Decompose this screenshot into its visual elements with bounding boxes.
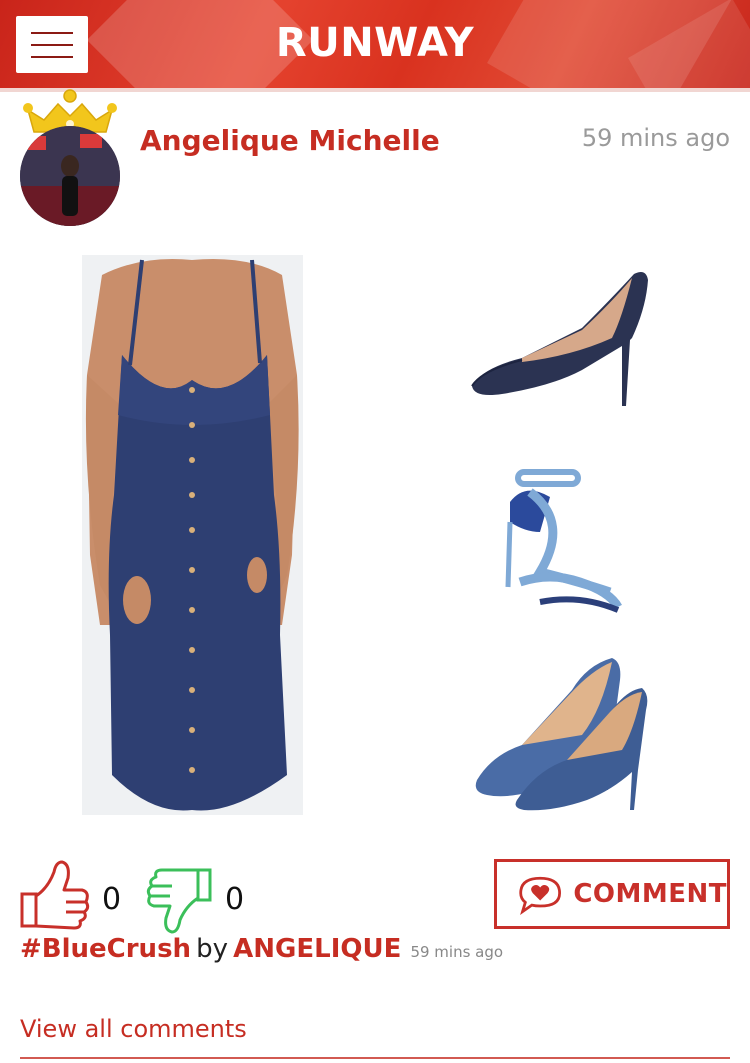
caption-by: by bbox=[196, 934, 229, 964]
like-count: 0 bbox=[102, 882, 122, 917]
hashtag-link[interactable]: #BlueCrush bbox=[20, 934, 191, 964]
thumbs-up-icon[interactable] bbox=[18, 858, 92, 930]
avatar[interactable] bbox=[20, 126, 120, 226]
post-caption: #BlueCrush by ANGELIQUE 59 mins ago bbox=[20, 934, 503, 964]
comment-button[interactable]: COMMENT bbox=[494, 859, 730, 929]
dislike-count: 0 bbox=[225, 882, 245, 917]
caption-author-link[interactable]: ANGELIQUE bbox=[233, 934, 401, 964]
outfit-shoe-navy-pump[interactable] bbox=[462, 258, 652, 408]
avatar-photo bbox=[20, 126, 120, 226]
post-timestamp: 59 mins ago bbox=[581, 124, 730, 152]
caption-timestamp: 59 mins ago bbox=[410, 943, 504, 961]
comments-divider bbox=[20, 1057, 730, 1059]
app-title: RUNWAY bbox=[275, 20, 475, 66]
app-header: RUNWAY bbox=[0, 0, 750, 88]
author-avatar-block[interactable] bbox=[18, 86, 122, 226]
thumbs-down-icon[interactable] bbox=[144, 866, 214, 936]
comment-button-label: COMMENT bbox=[573, 879, 727, 909]
comment-heart-icon bbox=[519, 876, 561, 915]
outfit-shoe-strappy-sandal[interactable] bbox=[480, 462, 635, 622]
view-all-comments-link[interactable]: View all comments bbox=[20, 1015, 247, 1043]
outfit-shoe-denim-pump[interactable] bbox=[462, 650, 652, 815]
author-name[interactable]: Angelique Michelle bbox=[140, 124, 440, 157]
outfit-dress-image[interactable] bbox=[82, 255, 303, 815]
